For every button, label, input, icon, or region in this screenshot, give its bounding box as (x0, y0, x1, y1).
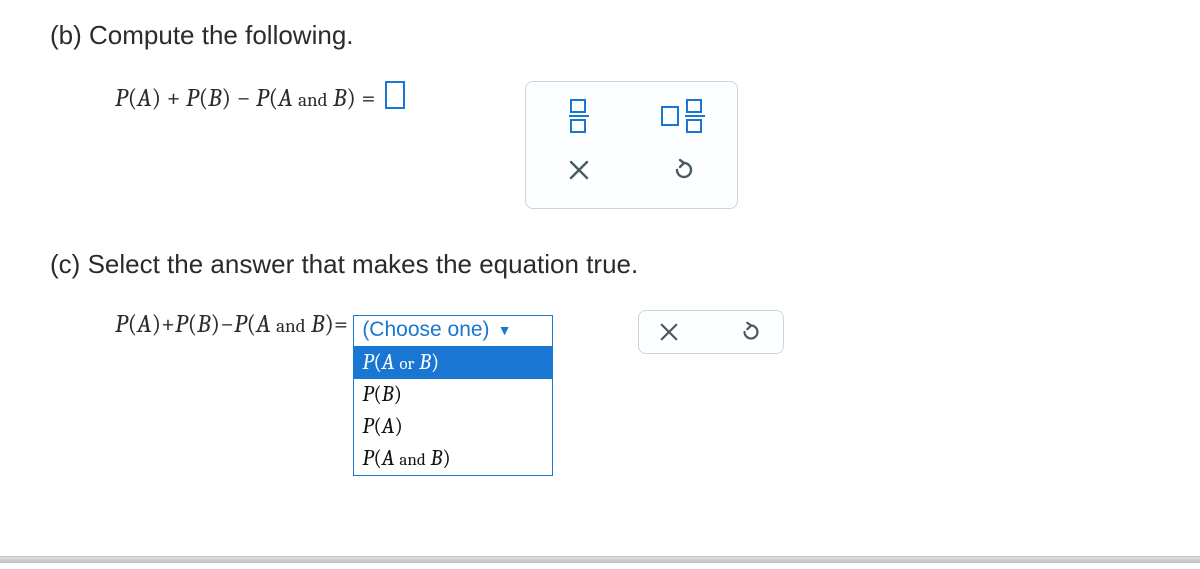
part-c-equation: P(A)+P(B)−P(A and B)= (Choose one) ▼ P(A… (50, 310, 553, 347)
dropdown-option-a[interactable]: P(A) (354, 411, 552, 443)
part-b-toolbox (525, 81, 738, 209)
close-icon (659, 322, 679, 342)
clear-button[interactable] (554, 150, 604, 190)
part-c-prompt: (c) Select the answer that makes the equ… (50, 249, 1150, 280)
chevron-down-icon: ▼ (498, 322, 512, 338)
dropdown-option-a-or-b[interactable]: P(A or B) (354, 347, 552, 379)
part-b-answer-input[interactable] (385, 81, 405, 109)
window-divider (0, 556, 1200, 563)
dropdown-list: P(A or B) P(B) P(A) P(A and B) (353, 347, 553, 476)
part-c-label: (c) (50, 249, 80, 279)
dropdown-option-b[interactable]: P(B) (354, 379, 552, 411)
undo-button-c[interactable] (739, 320, 763, 344)
dropdown-placeholder: (Choose one) (362, 318, 489, 342)
fraction-tool-button[interactable] (554, 96, 604, 136)
dropdown-option-a-and-b[interactable]: P(A and B) (354, 443, 552, 475)
part-b-equation: P(A) + P(B) − P(A and B) = (50, 81, 405, 113)
answer-dropdown[interactable]: (Choose one) ▼ (353, 315, 553, 347)
undo-icon (671, 157, 697, 183)
part-b-text: Compute the following. (89, 20, 353, 50)
mixed-number-tool-button[interactable] (659, 96, 709, 136)
clear-button-c[interactable] (659, 322, 679, 342)
part-b-label: (b) (50, 20, 82, 50)
close-icon (568, 159, 590, 181)
part-b-prompt: (b) Compute the following. (50, 20, 1150, 51)
undo-button[interactable] (659, 150, 709, 190)
part-c-text: Select the answer that makes the equatio… (88, 249, 639, 279)
undo-icon (739, 320, 763, 344)
part-c-toolbox (638, 310, 784, 354)
